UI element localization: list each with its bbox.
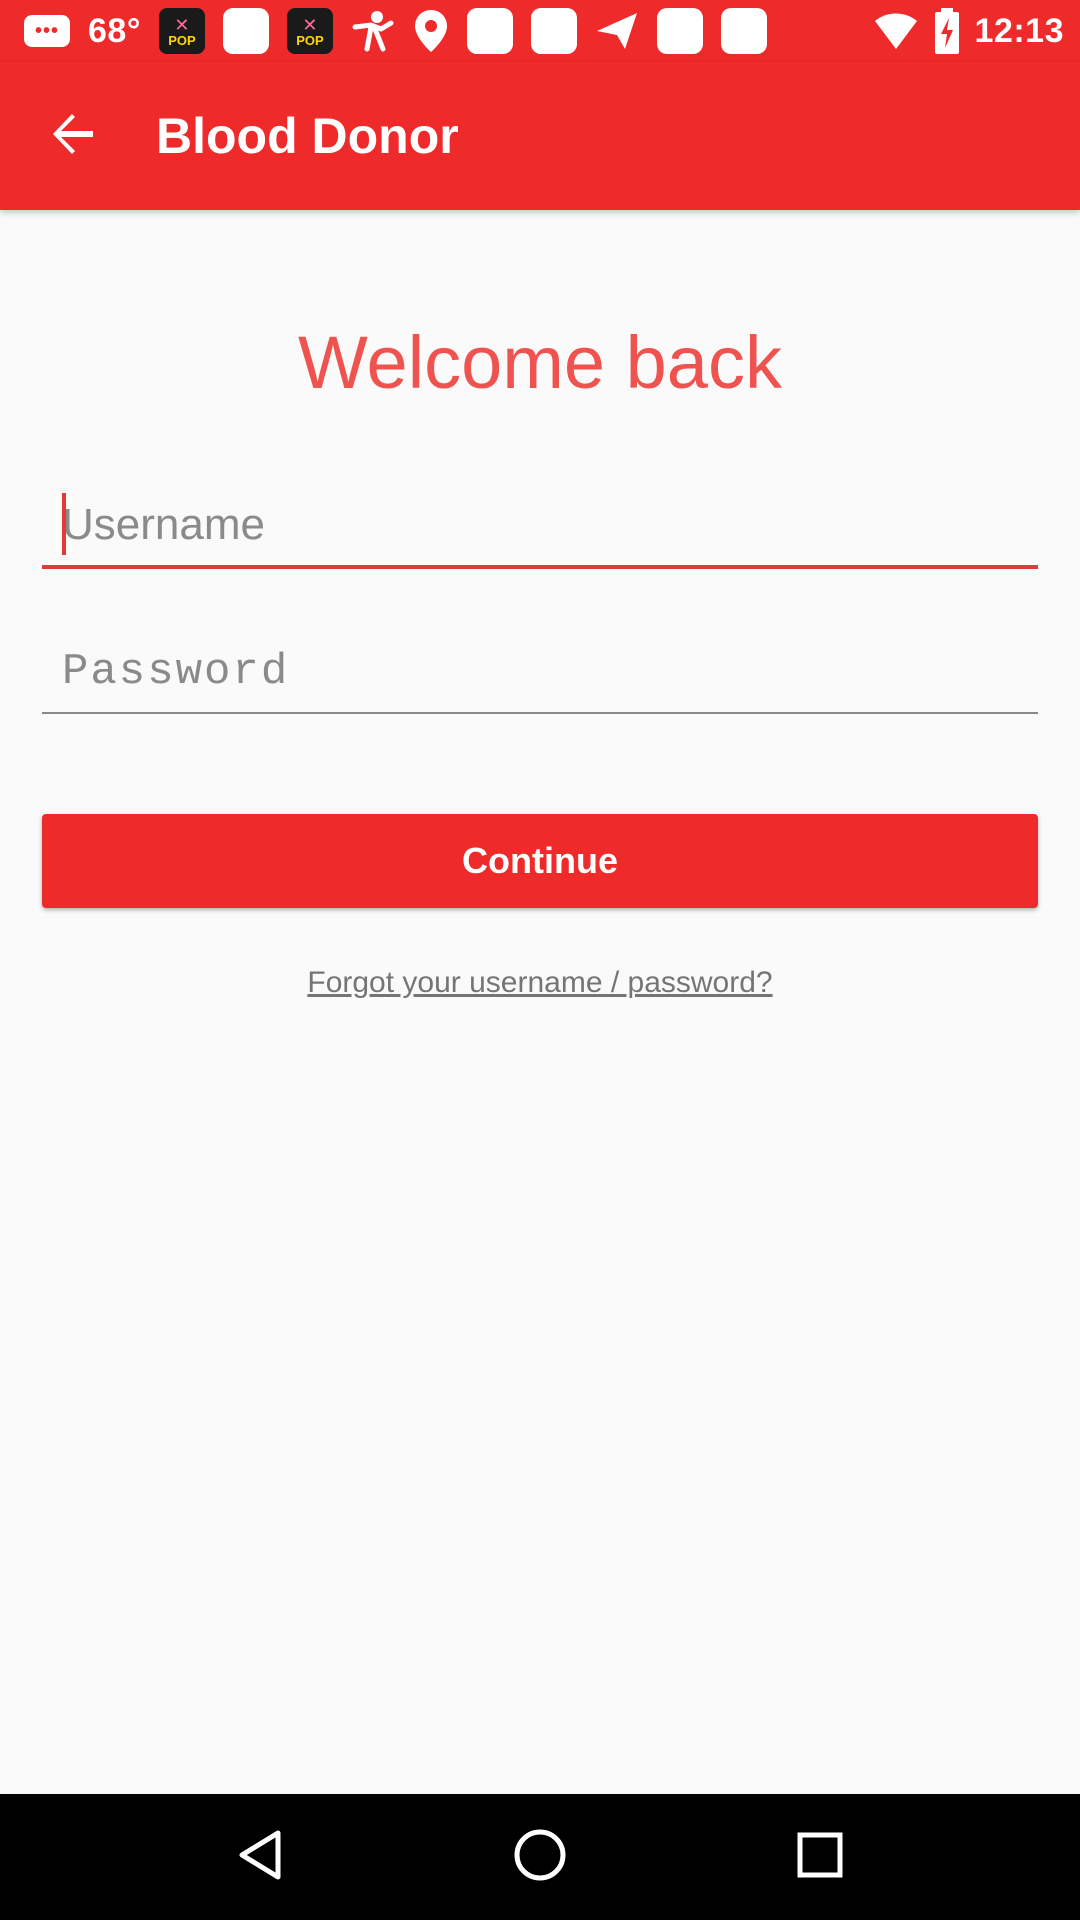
arrow-back-icon [49, 110, 97, 163]
text-caret [62, 493, 66, 555]
location-pin-icon [413, 8, 449, 54]
app-square-icon [530, 8, 577, 54]
forgot-credentials-link[interactable]: Forgot your username / password? [0, 966, 1080, 1000]
home-circle-icon [512, 1827, 568, 1888]
recents-square-icon [796, 1831, 844, 1884]
pop-app-icon: ✕ POP [158, 8, 205, 54]
welcome-heading: Welcome back [298, 321, 782, 404]
message-icon-dots: ••• [24, 15, 70, 47]
app-title: Blood Donor [156, 108, 459, 164]
status-bar: ••• 68° ✕ POP ✕ POP 12:13 [0, 0, 1080, 62]
pop-app-icon: ✕ POP [286, 8, 333, 54]
back-triangle-icon [236, 1829, 284, 1886]
navigation-bar [0, 1794, 1080, 1920]
password-field [42, 632, 1038, 714]
username-field [42, 485, 1038, 569]
password-input[interactable] [42, 632, 1038, 712]
password-underline [42, 712, 1038, 714]
nav-home-button[interactable] [490, 1807, 590, 1907]
pop-badge-text: POP [296, 32, 324, 48]
battery-charging-icon [933, 8, 961, 54]
app-square-icon [466, 8, 513, 54]
temperature-text: 68° [88, 11, 141, 50]
back-button[interactable] [18, 81, 128, 191]
message-icon: ••• [24, 15, 70, 47]
paper-plane-icon [595, 9, 639, 53]
nav-recents-button[interactable] [770, 1807, 870, 1907]
username-underline [42, 565, 1038, 569]
notification-icons: ••• 68° ✕ POP ✕ POP [0, 0, 767, 62]
app-square-icon [222, 8, 269, 54]
app-square-icon [720, 8, 767, 54]
app-square-icon [656, 8, 703, 54]
continue-button[interactable]: Continue [42, 814, 1038, 908]
nav-back-button[interactable] [210, 1807, 310, 1907]
username-input[interactable] [42, 485, 1038, 565]
pop-badge-text: POP [168, 32, 196, 48]
app-bar: Blood Donor [0, 62, 1080, 210]
wifi-icon [873, 11, 919, 51]
clock-text: 12:13 [974, 11, 1064, 50]
person-activity-icon [351, 9, 395, 53]
system-status: 12:13 [873, 0, 1080, 62]
